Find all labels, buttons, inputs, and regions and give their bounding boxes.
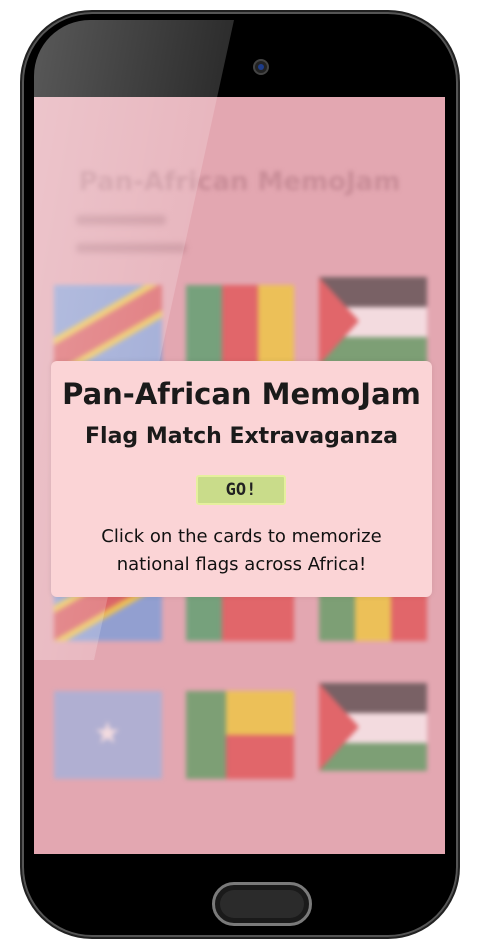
background-text-line xyxy=(76,215,166,225)
dialog-subtitle: Flag Match Extravaganza xyxy=(85,424,398,449)
go-button[interactable]: GO! xyxy=(196,475,286,505)
flag-card[interactable] xyxy=(186,285,294,373)
dialog-title: Pan-African MemoJam xyxy=(62,377,421,411)
flag-card[interactable] xyxy=(186,691,294,779)
background-title: Pan-African MemoJam xyxy=(78,167,401,197)
start-dialog: Pan-African MemoJam Flag Match Extravaga… xyxy=(51,361,432,597)
flag-card[interactable] xyxy=(319,683,427,771)
flag-card[interactable] xyxy=(319,277,427,365)
flag-card[interactable]: ★ xyxy=(54,691,162,779)
dialog-description: Click on the cards to memorize national … xyxy=(101,526,382,575)
camera-icon xyxy=(253,59,269,75)
flag-card[interactable] xyxy=(54,285,162,373)
home-button[interactable] xyxy=(212,882,312,926)
background-text-line xyxy=(76,243,186,253)
